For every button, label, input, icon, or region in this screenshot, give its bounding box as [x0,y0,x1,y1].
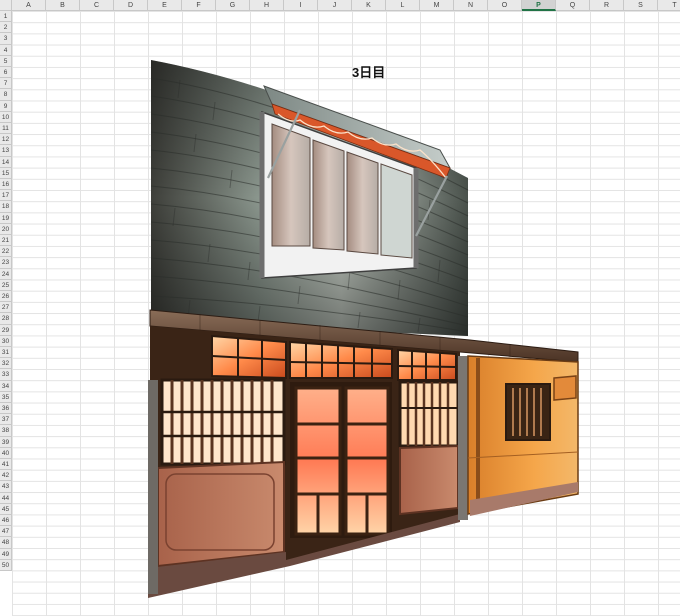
storefront-illustration[interactable] [0,0,680,616]
spreadsheet: ABCDEFGHIJKLMNOPQRST 1 2 3 4 5 6 7 8 9 10 11 12 13 14… [0,0,680,616]
annex-building [467,355,579,516]
cell-text-day3[interactable]: 3日目 [352,62,385,81]
shop-front [148,326,468,598]
